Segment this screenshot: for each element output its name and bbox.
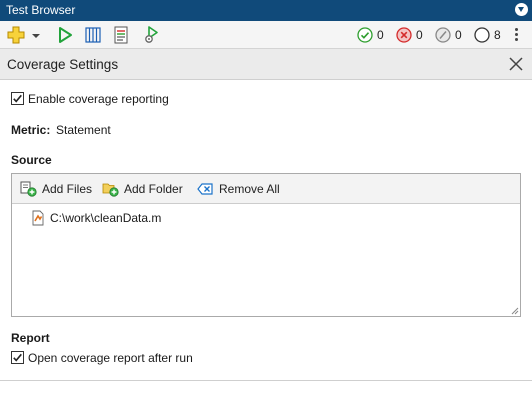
source-toolbar: Add Files Add Folder Remove All bbox=[12, 174, 520, 204]
remove-all-button[interactable]: Remove All bbox=[197, 181, 280, 197]
source-list-box: Add Files Add Folder Remove All C:\work\… bbox=[11, 173, 521, 317]
run-icon bbox=[59, 27, 72, 43]
metric-label: Metric: bbox=[11, 123, 51, 137]
run-button[interactable] bbox=[56, 25, 74, 45]
not-run-circle-icon bbox=[474, 27, 490, 43]
passed-check-icon bbox=[357, 27, 373, 43]
title-bar: Test Browser bbox=[0, 0, 532, 21]
window-title: Test Browser bbox=[6, 3, 76, 17]
open-report-checkbox[interactable] bbox=[11, 351, 24, 364]
remove-all-icon bbox=[197, 183, 213, 195]
panel-title: Coverage Settings bbox=[7, 57, 119, 72]
enable-coverage-label: Enable coverage reporting bbox=[28, 92, 169, 106]
matlab-file-icon bbox=[32, 210, 44, 226]
plus-icon bbox=[7, 26, 25, 44]
source-heading: Source bbox=[11, 153, 52, 167]
report-icon bbox=[114, 26, 128, 44]
list-item[interactable]: C:\work\cleanData.m bbox=[31, 210, 161, 226]
panel-header: Coverage Settings bbox=[0, 49, 532, 80]
add-folder-label: Add Folder bbox=[124, 182, 183, 196]
more-options-icon[interactable] bbox=[515, 28, 518, 42]
incomplete-status: 0 bbox=[435, 27, 462, 43]
not-run-count: 8 bbox=[494, 28, 501, 42]
remove-all-label: Remove All bbox=[219, 182, 280, 196]
add-folder-icon bbox=[102, 183, 119, 197]
failed-count: 0 bbox=[416, 28, 423, 42]
failed-x-icon bbox=[396, 27, 412, 43]
add-folder-button[interactable]: Add Folder bbox=[102, 181, 183, 197]
report-heading: Report bbox=[11, 331, 50, 345]
add-tests-button[interactable] bbox=[6, 25, 26, 45]
status-bar bbox=[0, 380, 532, 411]
close-icon bbox=[509, 57, 523, 71]
open-report-label: Open coverage report after run bbox=[28, 351, 193, 365]
run-in-parallel-button[interactable] bbox=[84, 25, 102, 45]
source-file-path: C:\work\cleanData.m bbox=[50, 211, 162, 225]
toolbar: 0 0 0 8 bbox=[0, 21, 532, 49]
report-button[interactable] bbox=[112, 25, 130, 45]
failed-status: 0 bbox=[396, 27, 423, 43]
parallel-icon bbox=[85, 27, 101, 43]
check-icon bbox=[13, 353, 22, 362]
run-settings-button[interactable] bbox=[142, 25, 162, 45]
incomplete-count: 0 bbox=[455, 28, 462, 42]
chevron-down-icon bbox=[32, 34, 40, 38]
check-icon bbox=[13, 94, 22, 103]
add-files-button[interactable]: Add Files bbox=[20, 181, 92, 197]
add-files-label: Add Files bbox=[42, 182, 93, 196]
add-files-icon bbox=[20, 181, 37, 197]
not-run-status: 8 bbox=[474, 27, 501, 43]
incomplete-slash-icon bbox=[435, 27, 451, 43]
run-settings-icon bbox=[145, 26, 158, 43]
add-tests-dropdown[interactable] bbox=[30, 25, 42, 45]
window-menu-button[interactable] bbox=[515, 3, 528, 16]
passed-status: 0 bbox=[357, 27, 384, 43]
resize-grip-icon[interactable] bbox=[511, 307, 519, 315]
passed-count: 0 bbox=[377, 28, 384, 42]
enable-coverage-checkbox[interactable] bbox=[11, 92, 24, 105]
metric-value: Statement bbox=[56, 123, 111, 137]
close-panel-button[interactable] bbox=[509, 57, 523, 71]
